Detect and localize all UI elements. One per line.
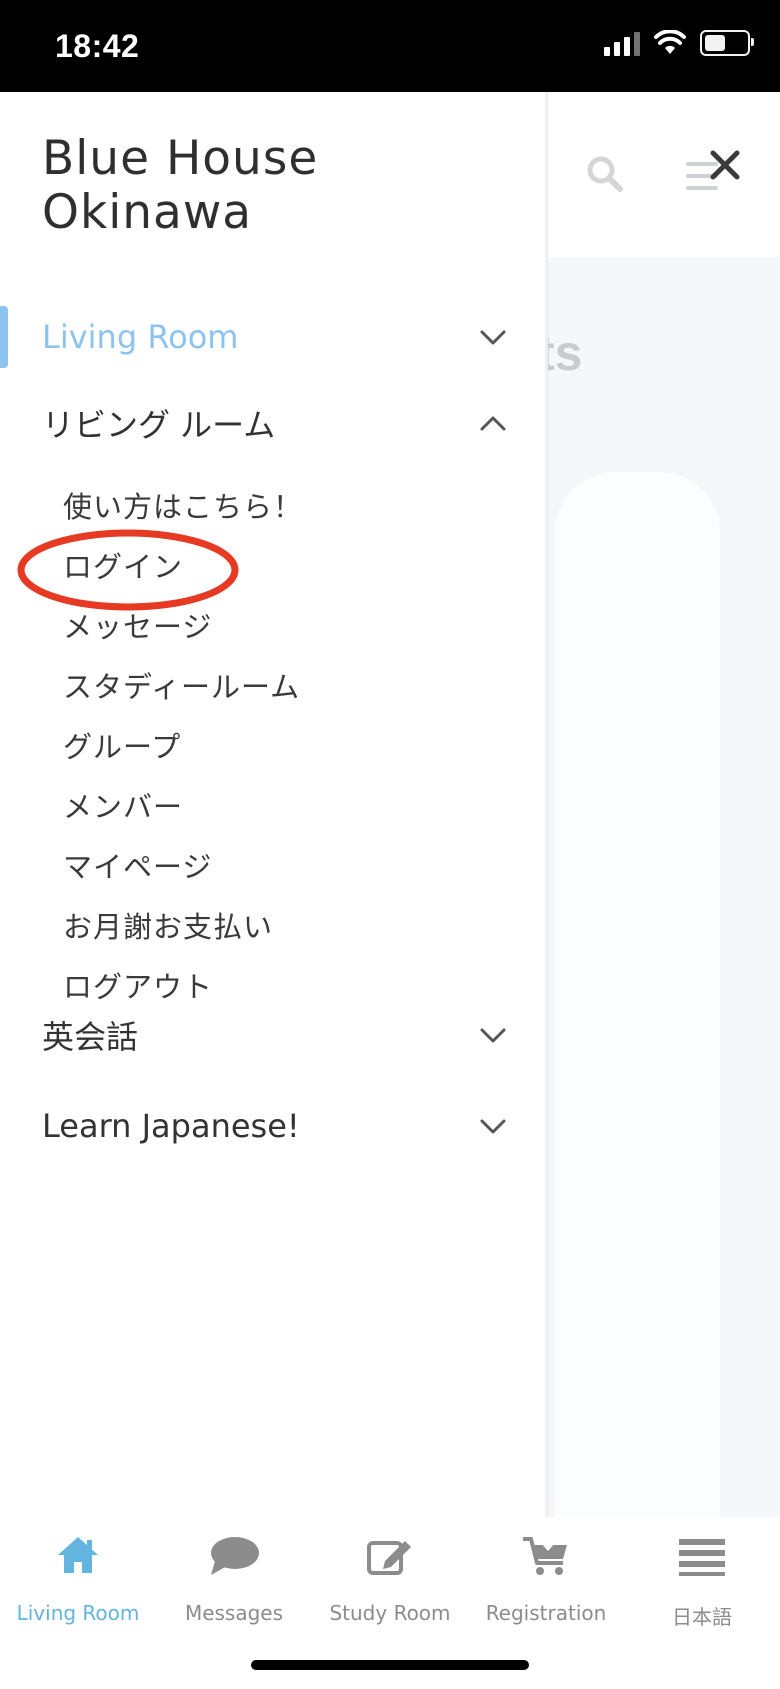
- status-icons: [604, 30, 754, 56]
- background-card: [555, 472, 720, 1517]
- highlight-circle: [17, 529, 239, 611]
- chevron-down-icon: [480, 1119, 506, 1134]
- nav-section-label: リビング ルーム: [42, 406, 276, 444]
- nav-item-group[interactable]: グループ: [63, 724, 181, 766]
- tab-living-room[interactable]: Living Room: [0, 1517, 156, 1627]
- nav-section-learn-japanese[interactable]: Learn Japanese!: [0, 1095, 545, 1157]
- nav-item-members[interactable]: メンバー: [63, 784, 183, 826]
- edit-icon: [367, 1541, 411, 1575]
- chevron-up-icon: [480, 416, 506, 431]
- menu-lines-icon: [679, 1539, 725, 1576]
- brand-title: Blue House Okinawa: [42, 131, 319, 240]
- tab-messages[interactable]: Messages: [156, 1517, 312, 1627]
- nav-section-living-room-jp[interactable]: リビング ルーム: [0, 392, 545, 454]
- cellular-signal-icon: [604, 30, 640, 56]
- status-time: 18:42: [55, 28, 140, 64]
- nav-item-how-to-use[interactable]: 使い方はこちら！: [63, 484, 303, 526]
- tab-label: Messages: [184, 1601, 284, 1625]
- tab-label: Living Room: [16, 1601, 140, 1625]
- battery-icon: [700, 30, 754, 56]
- tab-registration[interactable]: Registration: [468, 1517, 624, 1627]
- cart-icon: [523, 1537, 567, 1575]
- tab-study-room[interactable]: Study Room: [312, 1517, 468, 1627]
- nav-item-study-room[interactable]: スタディールーム: [63, 664, 300, 706]
- search-icon: [587, 156, 623, 192]
- chevron-down-icon: [480, 1028, 506, 1043]
- status-bar: 18:42: [0, 0, 780, 92]
- tab-label: Study Room: [329, 1601, 451, 1625]
- close-drawer-button[interactable]: [700, 140, 750, 190]
- home-indicator: [251, 1660, 529, 1670]
- nav-section-living-room[interactable]: Living Room: [0, 306, 545, 368]
- tab-label: 日本語: [672, 1605, 732, 1629]
- nav-section-label: Learn Japanese!: [42, 1107, 300, 1145]
- close-icon: [710, 150, 740, 180]
- wifi-icon: [654, 30, 686, 54]
- tab-japanese[interactable]: 日本語: [624, 1517, 780, 1629]
- chat-bubble-icon: [211, 1537, 259, 1575]
- tab-label: Registration: [485, 1601, 607, 1625]
- active-indicator: [0, 306, 8, 368]
- navigation-drawer: Blue House Okinawa Living Room リビング ルーム …: [0, 92, 545, 1517]
- nav-item-logout[interactable]: ログアウト: [63, 964, 213, 1006]
- nav-item-payment[interactable]: お月謝お支払い: [63, 904, 273, 946]
- nav-section-english-conversation[interactable]: 英会話: [0, 1004, 545, 1066]
- home-icon: [58, 1537, 98, 1573]
- nav-section-label: 英会話: [42, 1018, 139, 1056]
- nav-item-my-page[interactable]: マイページ: [63, 844, 212, 886]
- chevron-down-icon: [480, 330, 506, 345]
- nav-section-label: Living Room: [42, 318, 239, 356]
- drawer-divider: [545, 92, 548, 1517]
